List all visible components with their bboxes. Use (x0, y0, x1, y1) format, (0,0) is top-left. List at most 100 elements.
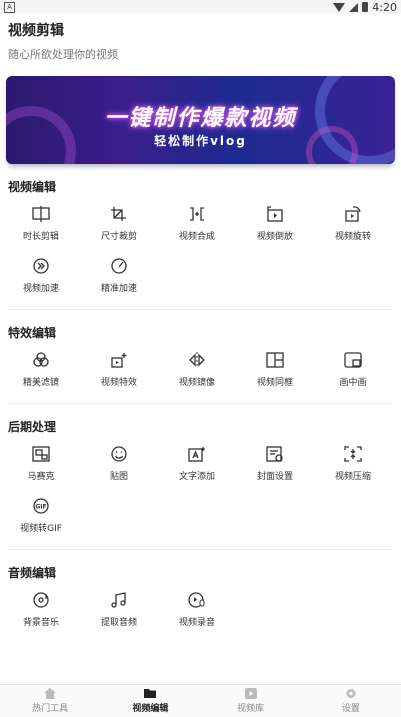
rotate-icon (343, 205, 363, 223)
signal-icon (349, 2, 359, 12)
tool-label: 视频加速 (22, 284, 59, 294)
svg-text:GIF: GIF (35, 504, 46, 511)
trim-icon (31, 205, 51, 223)
tool-label: 视频转GIF (20, 524, 62, 534)
notification-icon: A (4, 1, 15, 13)
tool-grid: 马赛克 贴图 文字添加 封面设置 视频压缩 GIF 视频转GIF (0, 441, 401, 543)
tab-gear[interactable]: 设置 (301, 685, 401, 717)
section-divider (8, 549, 393, 550)
cover-icon (265, 445, 285, 463)
tool-label: 马赛克 (27, 472, 55, 482)
tool-label: 文字添加 (178, 472, 215, 482)
battery-icon (362, 2, 369, 12)
mosaic-icon (31, 445, 51, 463)
tool-item[interactable]: 视频合成 (158, 201, 236, 251)
record-audio-icon (187, 591, 207, 609)
reverse-icon (265, 205, 285, 223)
split-frame-icon (265, 351, 285, 369)
promo-banner[interactable]: 一键制作爆款视频 轻松制作vlog (6, 76, 395, 164)
tab-label: 热门工具 (32, 704, 69, 714)
status-bar: A 4:20 (0, 0, 401, 14)
tool-item[interactable]: 背景音乐 (2, 587, 80, 637)
section-title: 特效编辑 (8, 326, 57, 340)
tool-label: 画中画 (339, 378, 367, 388)
banner-subtitle: 轻松制作vlog (154, 134, 247, 148)
home-icon (43, 688, 57, 699)
bottom-tab-bar: 热门工具 视频编辑 视频库 设置 (0, 684, 401, 717)
page-title: 视频剪辑 (8, 23, 64, 39)
tool-item[interactable]: 视频旋转 (314, 201, 392, 251)
gear-icon (344, 688, 358, 699)
gif-icon: GIF (31, 497, 51, 515)
tool-item[interactable]: 视频同框 (236, 347, 314, 397)
tool-grid: 背景音乐 提取音频 视频录音 (0, 587, 401, 637)
tool-item[interactable]: 视频压缩 (314, 441, 392, 491)
wifi-icon (333, 2, 346, 12)
tool-sections: 视频编辑时长剪辑 尺寸裁剪 视频合成 视频倒放 视频旋转视频加速 精准加速特效编辑精美滤镜… (0, 178, 401, 637)
tool-label: 视频倒放 (256, 232, 293, 242)
folder-icon (143, 688, 157, 699)
tool-label: 尺寸裁剪 (100, 232, 137, 242)
video-library-icon (244, 688, 258, 699)
filter-icon (31, 351, 51, 369)
music-note-icon (109, 591, 129, 609)
tab-label: 视频库 (237, 704, 265, 714)
section-title: 后期处理 (8, 420, 57, 434)
tool-item[interactable]: 尺寸裁剪 (80, 201, 158, 251)
tab-label: 设置 (341, 704, 360, 714)
tab-label: 视频编辑 (132, 704, 169, 714)
tab-home[interactable]: 热门工具 (0, 685, 100, 717)
mirror-icon (187, 351, 207, 369)
section-title: 视频编辑 (8, 180, 57, 194)
tool-item[interactable]: 文字添加 (158, 441, 236, 491)
tool-item[interactable]: 提取音频 (80, 587, 158, 637)
tool-item[interactable]: 精准加速 (80, 253, 158, 303)
tool-item[interactable]: 时长剪辑 (2, 201, 80, 251)
tool-label: 精准加速 (100, 284, 137, 294)
status-icons: 4:20 (333, 1, 397, 14)
header: 视频剪辑 随心所欲处理你的视频 (0, 14, 401, 66)
tool-label: 视频镜像 (178, 378, 215, 388)
tool-label: 视频压缩 (334, 472, 371, 482)
tool-label: 时长剪辑 (22, 232, 59, 242)
tool-label: 视频旋转 (334, 232, 371, 242)
section-divider (8, 403, 393, 404)
tool-label: 背景音乐 (22, 618, 59, 628)
tool-label: 视频合成 (178, 232, 215, 242)
pip-icon (343, 351, 363, 369)
tool-label: 封面设置 (256, 472, 293, 482)
compress-icon (343, 445, 363, 463)
speed-icon (31, 257, 51, 275)
clock: 4:20 (372, 0, 397, 14)
music-disc-icon (31, 591, 51, 609)
tool-label: 视频特效 (100, 378, 137, 388)
tool-item[interactable]: 视频特效 (80, 347, 158, 397)
tool-item[interactable]: 马赛克 (2, 441, 80, 491)
tool-item[interactable]: 封面设置 (236, 441, 314, 491)
section-divider (8, 309, 393, 310)
tool-label: 精美滤镜 (22, 378, 59, 388)
section-title: 音频编辑 (8, 566, 57, 580)
tab-folder[interactable]: 视频编辑 (100, 685, 200, 717)
tool-label: 视频同框 (256, 378, 293, 388)
tool-item[interactable]: 贴图 (80, 441, 158, 491)
merge-icon (187, 205, 207, 223)
tool-label: 提取音频 (100, 618, 137, 628)
tool-item[interactable]: 视频镜像 (158, 347, 236, 397)
tab-video-library[interactable]: 视频库 (201, 685, 301, 717)
tool-item[interactable]: 精美滤镜 (2, 347, 80, 397)
sticker-icon (109, 445, 129, 463)
add-text-icon (187, 445, 207, 463)
tool-item[interactable]: GIF 视频转GIF (2, 493, 80, 543)
crop-icon (109, 205, 129, 223)
tool-label: 贴图 (109, 472, 128, 482)
banner-title: 一键制作爆款视频 (104, 106, 297, 131)
tool-item[interactable]: 视频加速 (2, 253, 80, 303)
tool-grid: 精美滤镜 视频特效 视频镜像 视频同框 画中画 (0, 347, 401, 397)
page-subtitle: 随心所欲处理你的视频 (8, 48, 118, 61)
tool-grid: 时长剪辑 尺寸裁剪 视频合成 视频倒放 视频旋转视频加速 精准加速 (0, 201, 401, 303)
tool-label: 视频录音 (178, 618, 215, 628)
tool-item[interactable]: 视频倒放 (236, 201, 314, 251)
tool-item[interactable]: 视频录音 (158, 587, 236, 637)
tool-item[interactable]: 画中画 (314, 347, 392, 397)
